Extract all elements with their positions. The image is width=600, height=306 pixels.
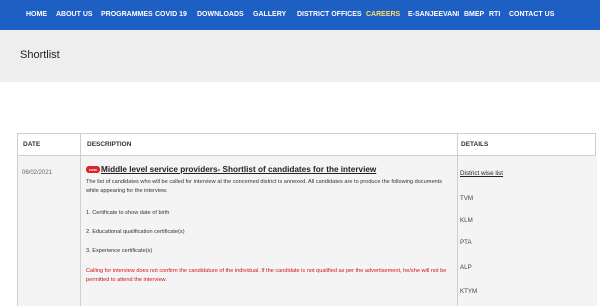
district-link-tvm[interactable]: TVM <box>460 195 473 202</box>
nav-rti[interactable]: RTI <box>489 0 500 30</box>
new-badge-icon: new <box>86 166 100 173</box>
nav-e-sanjeevani[interactable]: E-SANJEEVANI <box>408 0 459 30</box>
table-row: 06/02/2021 new Middle level service prov… <box>17 133 596 306</box>
nav-covid-19[interactable]: COVID 19 <box>155 0 187 30</box>
nav-gallery[interactable]: GALLERY <box>253 0 286 30</box>
top-navigation: HOME ABOUT US PROGRAMMES COVID 19 DOWNLO… <box>0 0 600 30</box>
page-header <box>0 30 600 82</box>
row-date: 06/02/2021 <box>22 170 53 176</box>
document-item: 1. Certificate to show date of birth <box>86 210 170 216</box>
nav-contact-us[interactable]: CONTACT US <box>509 0 554 30</box>
warning-text: Calling for interview does not confirm t… <box>86 268 447 283</box>
district-link-pta[interactable]: PTA <box>460 239 472 246</box>
document-item: 2. Educational qualification certificate… <box>86 229 185 235</box>
district-link-ktym[interactable]: KTYM <box>460 288 477 295</box>
nav-programmes[interactable]: PROGRAMMES <box>101 0 153 30</box>
district-link-alp[interactable]: ALP <box>460 264 472 271</box>
district-wise-list-heading[interactable]: District wise list <box>460 170 503 177</box>
nav-downloads[interactable]: DOWNLOADS <box>197 0 244 30</box>
row-intro-text: The list of candidates who will be calle… <box>86 179 443 194</box>
nav-district-offices[interactable]: DISTRICT OFFICES <box>297 0 362 30</box>
nav-about-us[interactable]: ABOUT US <box>56 0 93 30</box>
nav-bmep[interactable]: BMEP <box>464 0 484 30</box>
district-link-klm[interactable]: KLM <box>460 217 473 224</box>
page-title: Shortlist <box>20 49 60 61</box>
shortlist-title-link[interactable]: Middle level service providers- Shortlis… <box>101 165 376 174</box>
nav-careers[interactable]: CAREERS <box>366 0 400 30</box>
nav-home[interactable]: HOME <box>26 0 47 30</box>
document-item: 3. Experience certificate(s) <box>86 248 153 254</box>
